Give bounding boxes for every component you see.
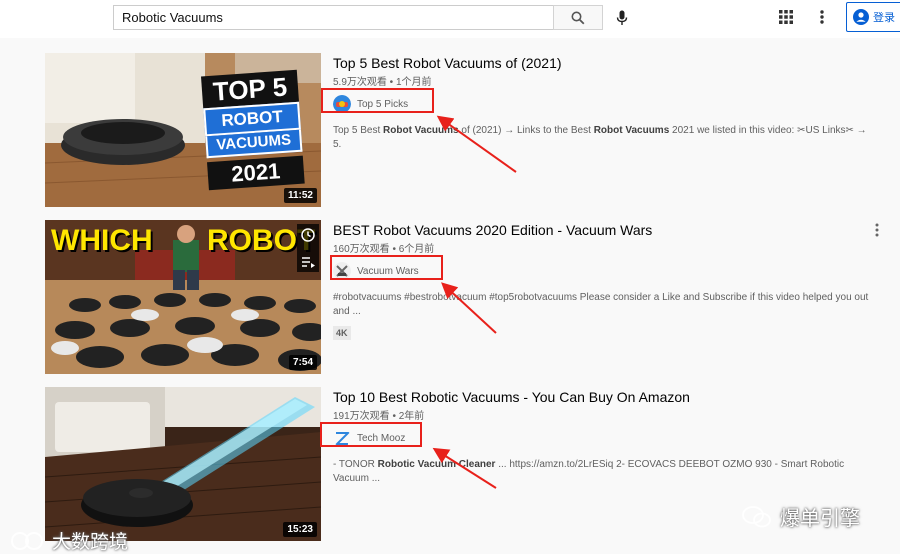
video-title[interactable]: BEST Robot Vacuums 2020 Edition - Vacuum… xyxy=(333,222,652,238)
video-title[interactable]: Top 10 Best Robotic Vacuums - You Can Bu… xyxy=(333,389,690,405)
account-icon xyxy=(853,9,869,25)
video-result-1[interactable]: TOP 5 ROBOT VACUUMS 2021 11:52 Top 5 Bes… xyxy=(45,53,885,211)
watermark-right: 爆单引擎 xyxy=(742,502,860,531)
login-button[interactable]: 登录 xyxy=(846,2,900,32)
wechat-icon xyxy=(742,505,771,527)
watermark-logo-icon xyxy=(11,531,43,550)
apps-grid-icon[interactable] xyxy=(778,9,794,25)
video-meta: 191万次观看 • 2年前 xyxy=(333,411,425,422)
login-label: 登录 xyxy=(873,12,895,24)
video-description: Top 5 Best Robot Vacuums of (2021) → Lin… xyxy=(333,125,867,150)
watermark-left: 大数跨境 xyxy=(10,527,128,554)
video-duration: 15:23 xyxy=(283,522,317,537)
video-thumbnail[interactable]: 15:23 xyxy=(45,387,321,541)
video-duration: 7:54 xyxy=(288,355,317,370)
thumbnail-text-left: WHICH xyxy=(51,224,153,257)
search-results: TOP 5 ROBOT VACUUMS 2021 11:52 Top 5 Bes… xyxy=(8,38,892,554)
more-vert-icon[interactable] xyxy=(817,8,827,26)
video-thumbnail[interactable]: WHICH ROBOT 7:54 xyxy=(45,220,321,374)
top-bar: Robotic Vacuums 登录 xyxy=(0,0,900,38)
thumbnail-overlay-controls xyxy=(297,224,319,272)
4k-badge: 4K xyxy=(333,326,351,340)
watch-later-icon[interactable] xyxy=(297,224,319,246)
add-to-queue-icon[interactable] xyxy=(297,251,319,273)
thumbnail-title-graphic: TOP 5 ROBOT VACUUMS 2021 xyxy=(201,69,305,194)
more-actions-icon[interactable] xyxy=(875,223,879,237)
search-button[interactable] xyxy=(553,5,603,30)
video-meta: 5.9万次观看 • 1个月前 xyxy=(333,77,432,88)
highlight-box xyxy=(321,88,434,113)
search-input[interactable]: Robotic Vacuums xyxy=(113,5,554,30)
video-description: #robotvacuums #bestrobotvacuum #top5robo… xyxy=(333,292,869,317)
video-title[interactable]: Top 5 Best Robot Vacuums of (2021) xyxy=(333,55,562,71)
video-thumbnail[interactable]: TOP 5 ROBOT VACUUMS 2021 11:52 xyxy=(45,53,321,207)
video-result-2[interactable]: WHICH ROBOT 7:54 BEST Robot Vacuums 2020… xyxy=(45,220,885,378)
search-icon xyxy=(571,11,585,24)
voice-search-button[interactable] xyxy=(610,5,634,30)
video-duration: 11:52 xyxy=(283,188,317,203)
microphone-icon xyxy=(616,10,628,25)
highlight-box xyxy=(330,255,443,280)
highlight-box xyxy=(320,422,422,447)
video-meta: 160万次观看 • 6个月前 xyxy=(333,244,435,255)
video-description: - TONOR Robotic Vacuum Cleaner ... https… xyxy=(333,459,845,484)
